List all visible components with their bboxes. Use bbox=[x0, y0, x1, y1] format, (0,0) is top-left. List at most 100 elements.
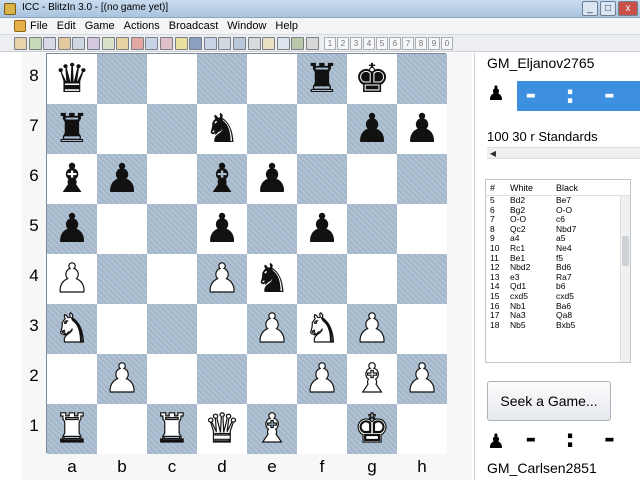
tool-3-icon[interactable] bbox=[43, 37, 57, 50]
white-pawn-h2-icon[interactable]: ♟ bbox=[403, 354, 440, 404]
black-bishop-a6-icon[interactable]: ♝ bbox=[54, 154, 90, 204]
black-pawn-h7-icon[interactable]: ♟ bbox=[404, 104, 440, 154]
square-h8[interactable] bbox=[397, 54, 447, 104]
black-pawn-b6-icon[interactable]: ♟ bbox=[104, 154, 140, 204]
square-d8[interactable] bbox=[197, 54, 247, 104]
square-a6[interactable]: ♝ bbox=[47, 154, 97, 204]
tool-14-icon[interactable] bbox=[203, 37, 217, 50]
black-pawn-a5-icon[interactable]: ♟ bbox=[54, 204, 90, 254]
square-d3[interactable] bbox=[197, 304, 247, 354]
board-number-button[interactable]: 8 bbox=[415, 37, 427, 50]
square-g6[interactable] bbox=[347, 154, 397, 204]
tool-8-icon[interactable] bbox=[116, 37, 130, 50]
square-c6[interactable] bbox=[147, 154, 197, 204]
board-number-button[interactable]: 9 bbox=[428, 37, 440, 50]
game-type-scrollbar[interactable]: ◀ bbox=[487, 147, 640, 159]
square-b7[interactable] bbox=[97, 104, 147, 154]
white-knight-a3-icon[interactable]: ♞ bbox=[53, 304, 90, 354]
white-knight-f3-icon[interactable]: ♞ bbox=[303, 304, 340, 354]
white-pawn-a4-icon[interactable]: ♟ bbox=[53, 254, 90, 304]
move-list-scrollbar[interactable] bbox=[620, 196, 630, 362]
close-button[interactable]: x bbox=[618, 1, 638, 16]
chess-board[interactable]: ♛ ♜ ♚ ♜ ♞ ♟ ♟ ♝ ♟ ♝ ♟ ♟ ♟ ♟ ♟ ♟ ♞ ♞ ♟ ♞ ♟ ♟ ♟ ♝ ♟ ♜ ♜ ♛ ♝ ♚ bbox=[46, 53, 447, 454]
tool-13-icon[interactable] bbox=[189, 37, 203, 50]
square-f4[interactable] bbox=[297, 254, 347, 304]
square-g1[interactable]: ♚ bbox=[347, 404, 397, 454]
tool-20-icon[interactable] bbox=[291, 37, 305, 50]
square-c3[interactable] bbox=[147, 304, 197, 354]
square-a5[interactable]: ♟ bbox=[47, 204, 97, 254]
black-pawn-d5-icon[interactable]: ♟ bbox=[204, 204, 240, 254]
square-d7[interactable]: ♞ bbox=[197, 104, 247, 154]
square-c1[interactable]: ♜ bbox=[147, 404, 197, 454]
square-e3[interactable]: ♟ bbox=[247, 304, 297, 354]
square-h3[interactable] bbox=[397, 304, 447, 354]
black-pawn-e6-icon[interactable]: ♟ bbox=[254, 154, 290, 204]
menu-window[interactable]: Window bbox=[227, 20, 266, 32]
square-h4[interactable] bbox=[397, 254, 447, 304]
tool-12-icon[interactable] bbox=[174, 37, 188, 50]
white-bishop-g2-icon[interactable]: ♝ bbox=[353, 354, 390, 404]
tool-1-icon[interactable] bbox=[14, 37, 27, 50]
square-c7[interactable] bbox=[147, 104, 197, 154]
board-number-button[interactable]: 5 bbox=[376, 37, 388, 50]
square-e1[interactable]: ♝ bbox=[247, 404, 297, 454]
square-b2[interactable]: ♟ bbox=[97, 354, 147, 404]
white-king-g1-icon[interactable]: ♚ bbox=[353, 404, 390, 454]
square-g5[interactable] bbox=[347, 204, 397, 254]
top-player[interactable]: GM_Eljanov2765 bbox=[487, 55, 594, 71]
menu-broadcast[interactable]: Broadcast bbox=[169, 20, 219, 32]
square-e6[interactable]: ♟ bbox=[247, 154, 297, 204]
menu-edit[interactable]: Edit bbox=[57, 20, 76, 32]
title-bar[interactable]: ICC - BlitzIn 3.0 - [(no game yet)] _ □ … bbox=[0, 0, 640, 18]
square-h2[interactable]: ♟ bbox=[397, 354, 447, 404]
square-b8[interactable] bbox=[97, 54, 147, 104]
square-f3[interactable]: ♞ bbox=[297, 304, 347, 354]
tool-6-icon[interactable] bbox=[87, 37, 100, 50]
square-f6[interactable] bbox=[297, 154, 347, 204]
tool-19-icon[interactable] bbox=[276, 37, 290, 50]
board-number-button[interactable]: 0 bbox=[441, 37, 453, 50]
white-rook-c1-icon[interactable]: ♜ bbox=[153, 404, 190, 454]
black-rook-f8-icon[interactable]: ♜ bbox=[304, 54, 340, 104]
square-b3[interactable] bbox=[97, 304, 147, 354]
square-a7[interactable]: ♜ bbox=[47, 104, 97, 154]
white-pawn-e3-icon[interactable]: ♟ bbox=[253, 304, 290, 354]
minimize-button[interactable]: _ bbox=[582, 1, 598, 16]
black-bishop-d6-icon[interactable]: ♝ bbox=[204, 154, 240, 204]
white-queen-d1-icon[interactable]: ♛ bbox=[203, 404, 240, 454]
square-h1[interactable] bbox=[397, 404, 447, 454]
black-king-g8-icon[interactable]: ♚ bbox=[354, 54, 390, 104]
tool-17-icon[interactable] bbox=[247, 37, 261, 50]
square-g2[interactable]: ♝ bbox=[347, 354, 397, 404]
square-e7[interactable] bbox=[247, 104, 297, 154]
black-pawn-f5-icon[interactable]: ♟ bbox=[304, 204, 340, 254]
board-number-button[interactable]: 7 bbox=[402, 37, 414, 50]
square-d4[interactable]: ♟ bbox=[197, 254, 247, 304]
square-g4[interactable] bbox=[347, 254, 397, 304]
square-b5[interactable] bbox=[97, 204, 147, 254]
white-pawn-f2-icon[interactable]: ♟ bbox=[303, 354, 340, 404]
square-a2[interactable] bbox=[47, 354, 97, 404]
square-e5[interactable] bbox=[247, 204, 297, 254]
move-row[interactable]: 18 Nb5 Bxb5 bbox=[486, 320, 630, 331]
board-number-button[interactable]: 4 bbox=[363, 37, 375, 50]
board-number-button[interactable]: 1 bbox=[324, 37, 336, 50]
white-pawn-b2-icon[interactable]: ♟ bbox=[103, 354, 140, 404]
menu-help[interactable]: Help bbox=[275, 20, 298, 32]
black-knight-d7-icon[interactable]: ♞ bbox=[204, 104, 240, 154]
square-e2[interactable] bbox=[247, 354, 297, 404]
menu-file[interactable]: File bbox=[30, 20, 48, 32]
board-number-button[interactable]: 3 bbox=[350, 37, 362, 50]
square-d6[interactable]: ♝ bbox=[197, 154, 247, 204]
square-a3[interactable]: ♞ bbox=[47, 304, 97, 354]
square-h7[interactable]: ♟ bbox=[397, 104, 447, 154]
square-a4[interactable]: ♟ bbox=[47, 254, 97, 304]
square-g8[interactable]: ♚ bbox=[347, 54, 397, 104]
square-f1[interactable] bbox=[297, 404, 347, 454]
tool-10-icon[interactable] bbox=[145, 37, 159, 50]
tool-15-icon[interactable] bbox=[218, 37, 232, 50]
square-f2[interactable]: ♟ bbox=[297, 354, 347, 404]
square-d2[interactable] bbox=[197, 354, 247, 404]
white-pawn-d4-icon[interactable]: ♟ bbox=[203, 254, 240, 304]
